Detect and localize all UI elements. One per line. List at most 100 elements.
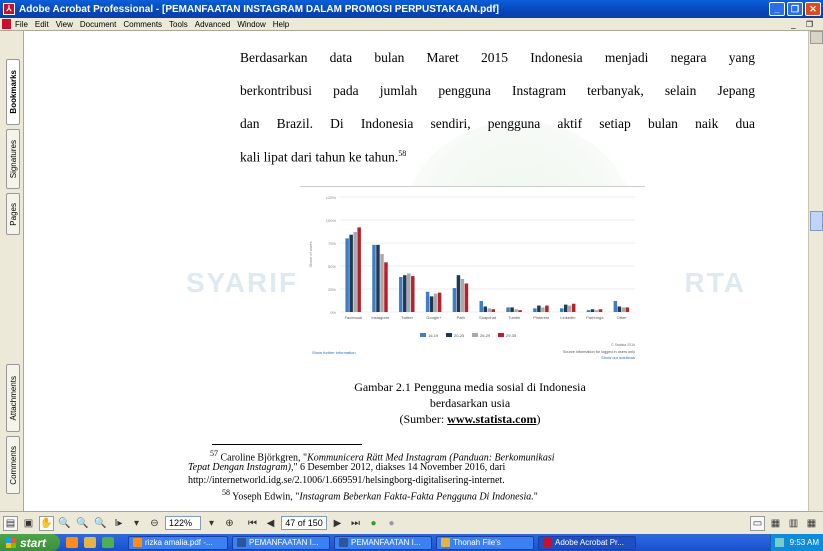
- bar: [403, 275, 407, 312]
- bar: [613, 300, 618, 312]
- menu-advanced[interactable]: Advanced: [195, 20, 231, 29]
- bar: [456, 275, 461, 312]
- bar: [563, 304, 568, 312]
- caption-line-1: Gambar 2.1 Pengguna media sosial di Indo…: [354, 380, 586, 394]
- bar: [491, 309, 495, 312]
- bar: [345, 238, 349, 312]
- previous-page-icon[interactable]: ◀: [263, 516, 278, 531]
- panel-toggle-icon[interactable]: ▤: [3, 515, 18, 531]
- chrome-icon[interactable]: [102, 537, 114, 548]
- bar: [407, 273, 411, 312]
- firefox-icon[interactable]: [66, 537, 78, 548]
- bar: [567, 305, 572, 312]
- facing-icon[interactable]: ▥: [786, 516, 801, 531]
- last-page-icon[interactable]: ⏭: [348, 516, 363, 531]
- zoom-out-icon[interactable]: ⊖: [147, 516, 162, 531]
- bar: [384, 262, 388, 312]
- menu-window[interactable]: Window: [237, 20, 265, 29]
- tab-comments[interactable]: Comments: [6, 436, 20, 494]
- bar: [399, 277, 403, 312]
- zoom-out-tool-icon[interactable]: 🔍: [75, 516, 90, 531]
- close-button[interactable]: ✕: [805, 2, 821, 16]
- source-note: Source information for logged in users o…: [563, 350, 635, 354]
- next-view-icon[interactable]: ●: [384, 516, 399, 531]
- document-icon[interactable]: [2, 19, 11, 29]
- bar: [598, 309, 603, 312]
- windows-logo-icon: [6, 537, 16, 548]
- scroll-thumb[interactable]: [810, 211, 823, 231]
- zoom-level-field[interactable]: 122%: [165, 516, 201, 530]
- menu-help[interactable]: Help: [273, 20, 289, 29]
- maximize-button[interactable]: ❐: [787, 2, 803, 16]
- x-tick-label: Parhunga: [586, 315, 604, 320]
- continuous-icon[interactable]: ▦: [768, 516, 783, 531]
- select-dropdown-icon[interactable]: ▾: [129, 516, 144, 531]
- bar: [349, 234, 353, 312]
- footnote-ref-58: 58: [398, 149, 407, 158]
- bar: [487, 308, 491, 312]
- vertical-scrollbar[interactable]: [808, 31, 823, 511]
- continuous-facing-icon[interactable]: ▦: [804, 516, 819, 531]
- first-page-icon[interactable]: ⏮: [245, 516, 260, 531]
- tab-signatures[interactable]: Signatures: [6, 129, 20, 189]
- tab-pages[interactable]: Pages: [6, 193, 20, 235]
- acrobat-icon: [543, 538, 552, 547]
- legend-label: 26-29: [480, 333, 491, 338]
- body-line-2: berkontribusi pada jumlah pengguna Insta…: [240, 83, 755, 98]
- y-tick-label: 100%: [326, 218, 337, 223]
- acrobat-icon: ⅄: [3, 3, 15, 15]
- task-word-2[interactable]: PEMANFAATAN I...: [334, 535, 432, 550]
- page-number-field[interactable]: 47 of 150: [281, 516, 327, 530]
- task-acrobat[interactable]: Adobe Acrobat Pr...: [538, 535, 636, 550]
- footnote-57-line-2: Tepat Dengan Instagram)," 6 Desember 201…: [188, 462, 506, 473]
- menu-tools[interactable]: Tools: [169, 20, 188, 29]
- next-page-icon[interactable]: ▶: [330, 516, 345, 531]
- menu-file[interactable]: File: [15, 20, 28, 29]
- bar: [545, 305, 549, 312]
- bar: [518, 310, 522, 312]
- task-folder[interactable]: Thonah File's: [436, 535, 534, 550]
- zoom-dropdown-icon[interactable]: ▾: [204, 516, 219, 531]
- tab-attachments[interactable]: Attachments: [6, 364, 20, 432]
- start-button[interactable]: start: [0, 534, 60, 551]
- task-rizka[interactable]: rizka amalia.pdf -...: [128, 535, 228, 550]
- menu-comments[interactable]: Comments: [123, 20, 162, 29]
- select-text-icon[interactable]: I▸: [111, 516, 126, 531]
- statista-link[interactable]: www.statista.com: [447, 412, 536, 426]
- snapshot-icon[interactable]: ▣: [21, 516, 36, 531]
- caption-source: (Sumber: www.statista.com): [399, 412, 541, 426]
- legend-swatch: [420, 333, 426, 337]
- bar: [621, 307, 626, 312]
- zoom-in-icon[interactable]: ⊕: [222, 516, 237, 531]
- bar: [510, 307, 514, 312]
- minimize-button[interactable]: _: [769, 2, 785, 16]
- hand-tool-icon[interactable]: ✋: [39, 515, 54, 531]
- bar: [353, 231, 357, 312]
- body-line-1: Berdasarkan data bulan Maret 2015 Indone…: [240, 50, 755, 65]
- zoom-in-tool-icon[interactable]: 🔍: [57, 516, 72, 531]
- document-window-controls[interactable]: _ ❐: [791, 20, 817, 29]
- menu-edit[interactable]: Edit: [35, 20, 49, 29]
- bar: [452, 288, 457, 312]
- bottom-toolbar: ▤ ▣ ✋ 🔍 🔍 🔍 I▸ ▾ ⊖ 122% ▾ ⊕ ⏮ ◀ 47 of 15…: [0, 511, 823, 534]
- legend-label: 29-35: [506, 333, 517, 338]
- bar-chart: 0% 25% 50% 75% 100% 125% Share of users Faceboo…: [308, 195, 635, 360]
- bar: [594, 310, 599, 312]
- menu-document[interactable]: Document: [80, 20, 116, 29]
- single-page-icon[interactable]: ▭: [750, 515, 765, 531]
- menu-view[interactable]: View: [56, 20, 73, 29]
- navigation-panel: Bookmarks Signatures Pages Attachments C…: [0, 31, 24, 511]
- folder-icon[interactable]: [84, 537, 96, 548]
- bar: [586, 310, 591, 312]
- tab-bookmarks[interactable]: Bookmarks: [6, 59, 20, 125]
- loupe-tool-icon[interactable]: 🔍: [93, 516, 108, 531]
- browser-icon: [133, 538, 142, 547]
- y-tick-label: 125%: [326, 195, 337, 200]
- chart-credit: © Statista 2016: [611, 343, 635, 347]
- bar: [425, 291, 430, 312]
- scroll-up-button[interactable]: [810, 31, 823, 44]
- network-icon[interactable]: [774, 538, 784, 547]
- word-icon: [237, 538, 246, 547]
- task-word-1[interactable]: PEMANFAATAN I...: [232, 535, 330, 550]
- previous-view-icon[interactable]: ●: [366, 516, 381, 531]
